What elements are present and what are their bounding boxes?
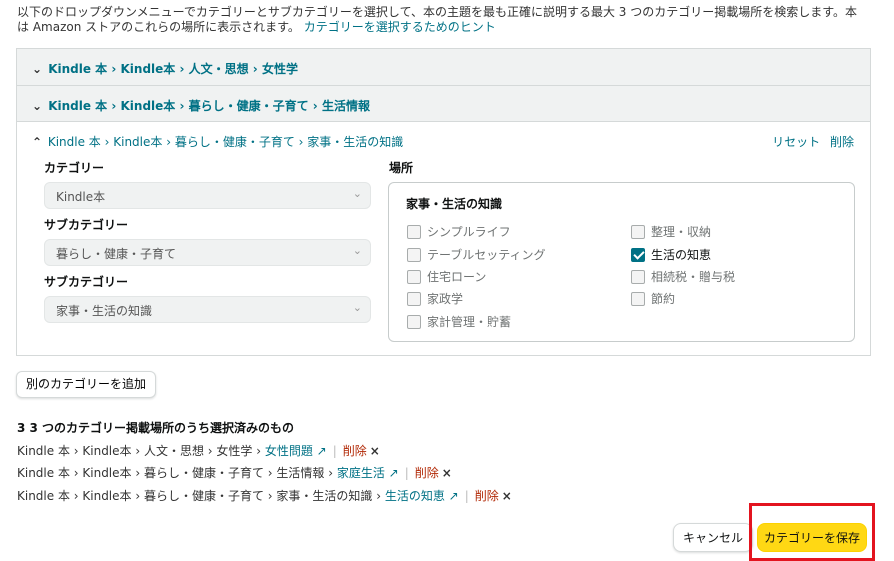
- option-label: 相続税・贈与税: [651, 270, 736, 284]
- delete-link[interactable]: 削除: [343, 444, 367, 458]
- breadcrumb-segment: Kindle 本: [48, 62, 108, 76]
- divider: |: [404, 466, 409, 480]
- subcategory2-select[interactable]: 家事・生活の知識 ⌄: [44, 296, 371, 323]
- accordion-row-life-info[interactable]: ⌄ Kindle 本 › Kindle本 › 暮らし・健康・子育て › 生活情報: [16, 85, 871, 122]
- breadcrumb-segment: 生活情報: [321, 99, 370, 113]
- delete-link[interactable]: 削除: [415, 466, 439, 480]
- checkbox-icon[interactable]: [407, 291, 421, 306]
- option-label: 節約: [651, 292, 676, 306]
- close-icon[interactable]: ×: [442, 466, 452, 480]
- breadcrumb-segment: 家事・生活の知識: [307, 135, 404, 149]
- accordion-title[interactable]: ⌄ Kindle 本 › Kindle本 › 暮らし・健康・子育て › 生活情報: [32, 97, 370, 114]
- option-checkbox[interactable]: 住宅ローン: [407, 268, 486, 285]
- selected-path: Kindle 本 › Kindle本 › 暮らし・健康・子育て › 生活情報 ›: [17, 466, 337, 480]
- checkbox-icon[interactable]: [631, 291, 645, 306]
- caret-down-icon: ⌄: [352, 187, 362, 200]
- breadcrumb-segment: Kindle本: [113, 135, 163, 149]
- subcategory2-select-value: 家事・生活の知識: [56, 304, 153, 318]
- option-label: 整理・収納: [651, 225, 712, 239]
- selected-leaf-link[interactable]: 生活の知恵 ↗: [385, 489, 459, 503]
- subcategory-label: サブカテゴリー: [44, 218, 129, 232]
- add-category-button[interactable]: 別のカテゴリーを追加: [16, 371, 157, 398]
- breadcrumb-segment: Kindle本: [120, 62, 176, 76]
- selected-leaf-link[interactable]: 女性問題 ↗: [265, 444, 327, 458]
- selected-path: Kindle 本 › Kindle本 › 人文・思想 › 女性学 ›: [17, 444, 265, 458]
- option-checkbox[interactable]: 家計管理・貯蓄: [407, 313, 511, 330]
- accordion-title[interactable]: ⌄ Kindle 本 › Kindle本 › 人文・思想 › 女性学: [32, 60, 298, 77]
- option-label: 生活の知恵: [651, 248, 712, 262]
- option-label: 家政学: [427, 292, 464, 306]
- panel-actions: リセット 削除: [766, 133, 854, 150]
- place-label: 場所: [389, 161, 414, 175]
- subcategory-select[interactable]: 暮らし・健康・子育て ⌄: [44, 239, 371, 266]
- checkbox-icon[interactable]: [631, 224, 645, 239]
- selected-row: Kindle 本 › Kindle本 › 暮らし・健康・子育て › 家事・生活の…: [17, 487, 512, 504]
- delete-link[interactable]: 削除: [475, 489, 499, 503]
- option-label: テーブルセッティング: [427, 248, 546, 262]
- option-label: シンプルライフ: [427, 225, 511, 239]
- subcategory2-label: サブカテゴリー: [44, 275, 129, 289]
- place-title: 家事・生活の知識: [406, 197, 503, 211]
- close-icon[interactable]: ×: [370, 444, 380, 458]
- breadcrumb-segment: 女性学: [261, 62, 298, 76]
- category-select-value: Kindle本: [56, 190, 106, 204]
- selected-row: Kindle 本 › Kindle本 › 人文・思想 › 女性学 › 女性問題 …: [17, 442, 380, 459]
- breadcrumb-segment: Kindle 本: [48, 99, 108, 113]
- subcategory-select-value: 暮らし・健康・子育て: [56, 247, 177, 261]
- checkbox-icon[interactable]: [407, 269, 421, 284]
- accordion-row-womens-studies[interactable]: ⌄ Kindle 本 › Kindle本 › 人文・思想 › 女性学: [16, 48, 871, 85]
- breadcrumb-segment: 暮らし・健康・子育て: [188, 99, 309, 113]
- selected-leaf-link[interactable]: 家庭生活 ↗: [337, 466, 399, 480]
- selected-title: 3 3 つのカテゴリー掲載場所のうち選択済みのもの: [17, 421, 295, 435]
- divider: |: [464, 489, 469, 503]
- breadcrumb-segment: Kindle 本: [47, 135, 101, 149]
- divider: |: [332, 444, 337, 458]
- category-label: カテゴリー: [44, 161, 105, 175]
- breadcrumb-segment: 人文・思想: [188, 62, 249, 76]
- checkbox-icon[interactable]: [631, 269, 645, 284]
- option-label: 住宅ローン: [427, 270, 487, 284]
- selected-row: Kindle 本 › Kindle本 › 暮らし・健康・子育て › 生活情報 ›…: [17, 464, 452, 481]
- close-icon[interactable]: ×: [502, 489, 512, 503]
- reset-link[interactable]: リセット: [772, 135, 820, 149]
- category-hint-link[interactable]: カテゴリーを選択するためのヒント: [304, 20, 496, 34]
- highlight-box: [749, 503, 875, 561]
- place-options-box: 家事・生活の知識 シンプルライフ 整理・収納 テーブルセッティング 生活の知恵 …: [388, 182, 855, 342]
- breadcrumb-segment: Kindle本: [120, 99, 176, 113]
- option-checkbox[interactable]: 相続税・贈与税: [631, 268, 735, 285]
- chevron-down-icon: ⌄: [32, 99, 43, 113]
- cancel-button[interactable]: キャンセル: [673, 523, 753, 552]
- breadcrumb-segment: 暮らし・健康・子育て: [174, 135, 295, 149]
- option-label: 家計管理・貯蓄: [427, 315, 512, 329]
- selected-path: Kindle 本 › Kindle本 › 暮らし・健康・子育て › 家事・生活の…: [17, 489, 385, 503]
- option-checkbox[interactable]: シンプルライフ: [407, 223, 511, 240]
- caret-down-icon: ⌄: [352, 244, 362, 257]
- checkbox-icon[interactable]: [407, 224, 421, 239]
- checkbox-icon[interactable]: [407, 314, 421, 329]
- option-checkbox[interactable]: テーブルセッティング: [407, 246, 546, 263]
- checkbox-checked-icon[interactable]: [631, 247, 645, 262]
- intro-text: 以下のドロップダウンメニューでカテゴリーとサブカテゴリーを選択して、本の主題を最…: [17, 5, 867, 35]
- category-panel-expanded: ⌃ Kindle 本 › Kindle本 › 暮らし・健康・子育て › 家事・生…: [16, 122, 871, 356]
- option-checkbox-checked[interactable]: 生活の知恵: [631, 246, 711, 263]
- checkbox-icon[interactable]: [407, 247, 421, 262]
- chevron-up-icon: ⌃: [32, 135, 43, 149]
- delete-link[interactable]: 削除: [830, 135, 854, 149]
- option-checkbox[interactable]: 家政学: [407, 290, 463, 307]
- panel-breadcrumb[interactable]: ⌃ Kindle 本 › Kindle本 › 暮らし・健康・子育て › 家事・生…: [32, 133, 403, 150]
- option-checkbox[interactable]: 節約: [631, 290, 675, 307]
- category-select[interactable]: Kindle本 ⌄: [44, 182, 371, 209]
- chevron-down-icon: ⌄: [32, 62, 43, 76]
- caret-down-icon: ⌄: [352, 301, 362, 314]
- option-checkbox[interactable]: 整理・収納: [631, 223, 711, 240]
